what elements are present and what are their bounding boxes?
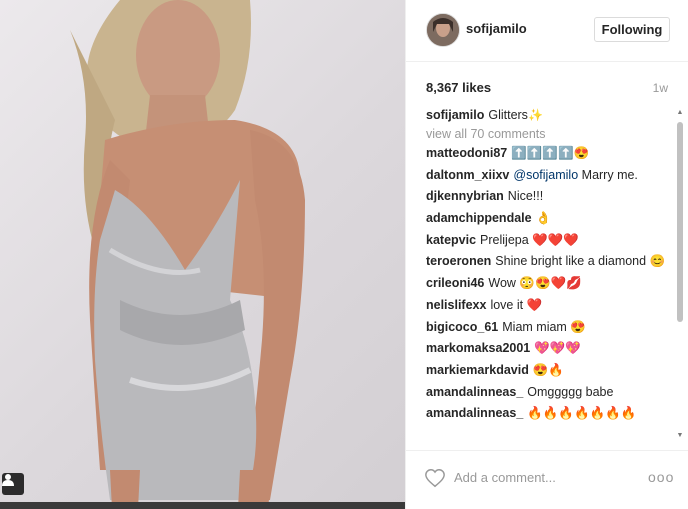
photo-bottom-strip <box>0 502 405 509</box>
comment-item: adamchippendale 👌 <box>426 209 671 227</box>
comment-username[interactable]: amandalinneas_ <box>426 406 523 420</box>
comment-item: djkennybrian Nice!!! <box>426 187 671 205</box>
post-side-panel: sofijamilo Following 8,367 likes 1w sofi… <box>405 0 688 509</box>
post-username[interactable]: sofijamilo <box>466 21 527 36</box>
post-header: sofijamilo Following <box>406 0 688 62</box>
comment-username[interactable]: daltonm_xiixv <box>426 168 509 182</box>
comment-text: love it ❤️ <box>490 297 543 312</box>
comment-text: Miam miam 😍 <box>502 319 586 334</box>
view-all-comments-link[interactable]: view all 70 comments <box>426 127 671 141</box>
comment-item: teroeronen Shine bright like a diamond 😊 <box>426 252 671 270</box>
caption-username[interactable]: sofijamilo <box>426 108 484 122</box>
comment-username[interactable]: amandalinneas_ <box>426 385 523 399</box>
comment-text: Marry me. <box>581 167 638 182</box>
comment-username[interactable]: matteodoni87 <box>426 146 507 160</box>
ellipsis-icon[interactable]: ooo <box>648 467 673 487</box>
comment-text: ⬆️⬆️⬆️⬆️😍 <box>511 146 590 160</box>
comment-item: amandalinneas_ 🔥🔥🔥🔥🔥🔥🔥 <box>426 404 671 422</box>
add-comment-input[interactable] <box>454 467 634 487</box>
photo-illustration <box>70 0 305 509</box>
likes-count[interactable]: 8,367 likes <box>426 80 491 95</box>
comment-text: 👌 <box>535 211 552 226</box>
post-time: 1w <box>652 81 668 95</box>
comment-item: matteodoni87 ⬆️⬆️⬆️⬆️😍 <box>426 144 671 162</box>
comment-item: markomaksa2001 💖💖💖 <box>426 339 671 357</box>
comment-item: nelislifexx love it ❤️ <box>426 296 671 314</box>
comment-username[interactable]: katepvic <box>426 233 476 247</box>
comment-text: Prelijepa ❤️❤️❤️ <box>480 232 579 247</box>
comment-username[interactable]: nelislifexx <box>426 298 486 312</box>
following-button[interactable]: Following <box>594 17 670 42</box>
comments-list: sofijamilo Glitters✨ view all 70 comments… <box>426 106 671 442</box>
comment-text: 💖💖💖 <box>534 341 581 356</box>
comment-item: markiemarkdavid 😍🔥 <box>426 361 671 379</box>
scroll-down-arrow-icon[interactable]: ▼ <box>676 432 684 439</box>
comment-username[interactable]: bigicoco_61 <box>426 320 498 334</box>
comments-scrollbar[interactable]: ▲ ▼ <box>674 106 686 442</box>
caption-text: Glitters <box>488 108 528 122</box>
comment-username[interactable]: markiemarkdavid <box>426 363 529 377</box>
comment-item: crileoni46 Wow 😳😍❤️💋 <box>426 274 671 292</box>
user-tag-icon[interactable] <box>2 473 24 495</box>
comment-text: Nice!!! <box>507 189 544 204</box>
comment-text: Shine bright like a diamond 😊 <box>495 254 666 269</box>
heart-outline-icon[interactable] <box>424 467 446 489</box>
comment-item: bigicoco_61 Miam miam 😍 <box>426 318 671 336</box>
comment-text: Omggggg babe <box>527 384 614 399</box>
comment-item: amandalinneas_ Omggggg babe <box>426 383 671 401</box>
avatar[interactable] <box>426 13 460 47</box>
scroll-thumb[interactable] <box>677 122 683 322</box>
scroll-up-arrow-icon[interactable]: ▲ <box>676 109 684 116</box>
comment-username[interactable]: adamchippendale <box>426 211 532 225</box>
comment-username[interactable]: djkennybrian <box>426 189 504 203</box>
comment-text: Wow 😳😍❤️💋 <box>488 276 582 291</box>
post-photo[interactable] <box>0 0 405 509</box>
comment-text: 😍🔥 <box>532 362 564 377</box>
comment-username[interactable]: teroeronen <box>426 254 491 268</box>
comment-bar: ooo <box>406 450 688 509</box>
comment-username[interactable]: crileoni46 <box>426 276 484 290</box>
comment-mention[interactable]: @sofijamilo <box>513 168 578 182</box>
comment-item: daltonm_xiixv @sofijamilo Marry me. <box>426 166 671 184</box>
comment-item: katepvic Prelijepa ❤️❤️❤️ <box>426 231 671 249</box>
caption: sofijamilo Glitters✨ <box>426 106 671 124</box>
sparkles-icon: ✨ <box>527 108 543 122</box>
comment-username[interactable]: markomaksa2001 <box>426 341 530 355</box>
comment-text: 🔥🔥🔥🔥🔥🔥🔥 <box>527 406 637 421</box>
